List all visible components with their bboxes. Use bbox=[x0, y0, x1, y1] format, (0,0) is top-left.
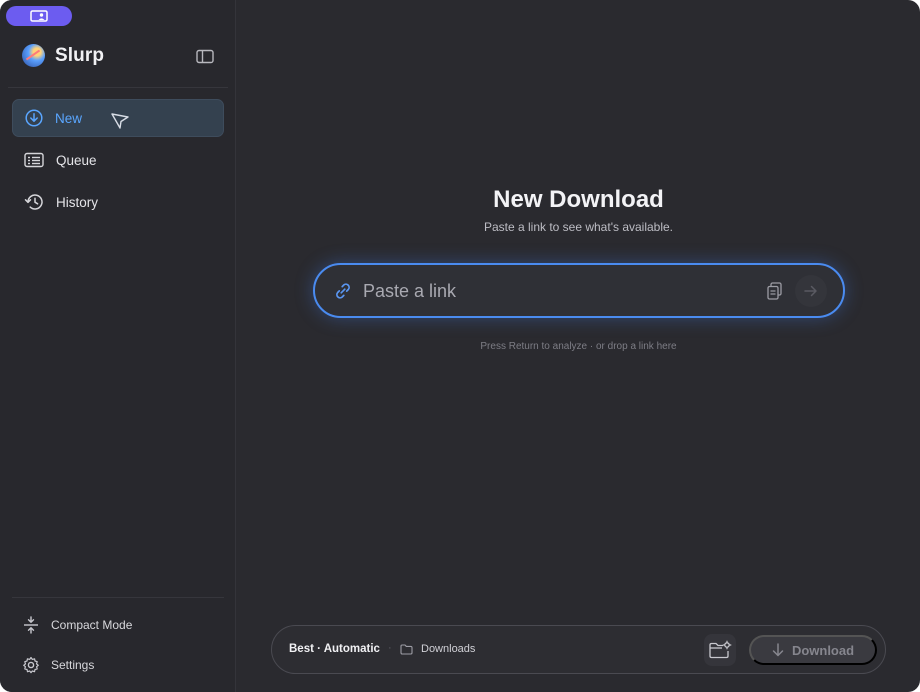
folder-icon bbox=[400, 644, 413, 655]
arrow-down-icon bbox=[772, 643, 784, 657]
page-title: New Download bbox=[493, 186, 664, 213]
quality-selector[interactable]: Best · Automatic bbox=[289, 643, 380, 655]
queue-list-icon bbox=[24, 152, 44, 168]
app-window: Slurp New Queue History Compact Mode Set… bbox=[0, 0, 920, 692]
mouse-cursor-icon bbox=[111, 113, 129, 129]
sidebar-item-label: New bbox=[55, 110, 83, 126]
link-input[interactable] bbox=[363, 276, 743, 306]
settings-label: Settings bbox=[51, 658, 95, 672]
separator-dot: · bbox=[388, 642, 392, 654]
download-button-label: Download bbox=[791, 642, 855, 658]
compact-mode-button[interactable]: Compact Mode bbox=[22, 616, 132, 634]
folder-settings-icon bbox=[709, 640, 732, 659]
sidebar-toggle-icon bbox=[196, 49, 214, 64]
clipboard-paste-icon[interactable] bbox=[767, 282, 782, 300]
history-clock-icon bbox=[24, 194, 43, 210]
page-subtitle: Paste a link to see what's available. bbox=[483, 220, 674, 234]
download-folder-label[interactable]: Downloads bbox=[421, 643, 475, 655]
arrow-right-icon bbox=[804, 285, 817, 297]
sidebar: Slurp New Queue History Compact Mode Set… bbox=[0, 0, 236, 692]
link-input-box[interactable] bbox=[313, 263, 845, 318]
input-hint: Press Return to analyze · or drop a link… bbox=[480, 341, 677, 352]
brand: Slurp bbox=[22, 44, 104, 67]
sidebar-item-queue[interactable]: Queue bbox=[12, 141, 224, 179]
link-icon bbox=[336, 283, 350, 299]
app-name: Slurp bbox=[55, 44, 105, 66]
sidebar-item-label: History bbox=[56, 194, 99, 210]
slurp-logo-icon bbox=[22, 44, 45, 67]
sidebar-item-history[interactable]: History bbox=[12, 183, 224, 221]
main-panel: New Download Paste a link to see what's … bbox=[237, 0, 920, 692]
screen-share-icon bbox=[30, 9, 48, 22]
screen-share-pill[interactable] bbox=[6, 6, 72, 26]
compact-mode-label: Compact Mode bbox=[51, 618, 133, 632]
choose-folder-button[interactable] bbox=[704, 634, 736, 666]
download-button[interactable]: Download bbox=[749, 635, 877, 665]
download-options-bar: Best · Automatic · Downloads Download bbox=[271, 625, 886, 674]
settings-button[interactable]: Settings bbox=[22, 656, 94, 674]
sidebar-item-label: Queue bbox=[56, 152, 97, 168]
compact-mode-icon bbox=[24, 616, 38, 634]
sidebar-divider bbox=[12, 597, 224, 598]
sidebar-toggle-button[interactable] bbox=[196, 49, 214, 64]
sidebar-divider bbox=[8, 87, 228, 88]
analyze-button[interactable] bbox=[795, 275, 827, 307]
gear-icon bbox=[23, 656, 39, 674]
download-circle-icon bbox=[25, 109, 43, 127]
